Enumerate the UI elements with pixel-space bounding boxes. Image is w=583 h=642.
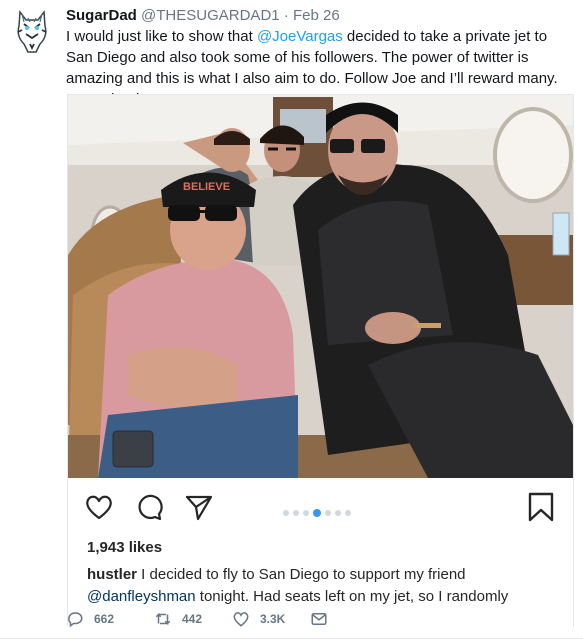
instagram-actions — [68, 478, 573, 536]
carousel-dot — [335, 509, 341, 516]
carousel-dot — [283, 509, 289, 516]
carousel-dot — [293, 509, 299, 516]
reply-button[interactable]: 662 — [66, 610, 114, 628]
carousel-dot — [345, 509, 351, 516]
retweet-icon — [155, 612, 171, 626]
display-name[interactable]: SugarDad — [66, 7, 137, 24]
hat-logo-text: BELIEVE — [183, 181, 230, 193]
like-button[interactable]: 3.3K — [232, 610, 285, 628]
dm-button[interactable] — [310, 610, 338, 628]
tiger-avatar-icon — [17, 9, 47, 53]
share-plane-icon[interactable] — [184, 492, 214, 522]
carousel-dot — [303, 509, 309, 516]
carousel-indicator — [281, 504, 353, 517]
carousel-dot — [325, 509, 331, 516]
separator-dot: · — [283, 7, 289, 24]
tweet-text-start: I would just like to show that — [66, 28, 257, 45]
divider — [0, 638, 583, 639]
tweet-actions: 662 442 3.3K — [66, 610, 566, 634]
like-heart-icon — [233, 612, 249, 627]
tweet-header: SugarDad @THESUGARDAD1 · Feb 26 — [66, 6, 340, 26]
user-handle[interactable]: @THESUGARDAD1 — [141, 7, 280, 24]
retweet-button[interactable]: 442 — [154, 610, 202, 628]
comment-icon[interactable] — [134, 492, 164, 522]
retweet-count: 442 — [182, 612, 203, 626]
reply-count: 662 — [94, 612, 115, 626]
tweet-date[interactable]: Feb 26 — [293, 7, 340, 24]
reply-icon — [68, 612, 83, 628]
caption-mention[interactable]: @danfleyshman — [87, 588, 196, 605]
mention-link[interactable]: @JoeVargas — [257, 28, 343, 45]
instagram-embed[interactable]: BELIEVE 1,943 likes hustler I decided to… — [67, 94, 574, 627]
caption-text-2: tonight. Had seats left on my jet, so I … — [195, 588, 509, 605]
caption-username[interactable]: hustler — [87, 566, 137, 583]
heart-outline-icon[interactable] — [84, 492, 114, 522]
post-caption: hustler I decided to fly to San Diego to… — [87, 564, 562, 608]
avatar[interactable] — [12, 6, 52, 54]
carousel-dot — [313, 508, 321, 517]
likes-count[interactable]: 1,943 likes — [87, 539, 162, 556]
post-photo[interactable]: BELIEVE — [68, 95, 573, 478]
like-count: 3.3K — [260, 612, 286, 626]
caption-text-1: I decided to fly to San Diego to support… — [137, 566, 466, 583]
dm-envelope-icon — [311, 613, 327, 625]
bookmark-icon[interactable] — [526, 492, 556, 522]
